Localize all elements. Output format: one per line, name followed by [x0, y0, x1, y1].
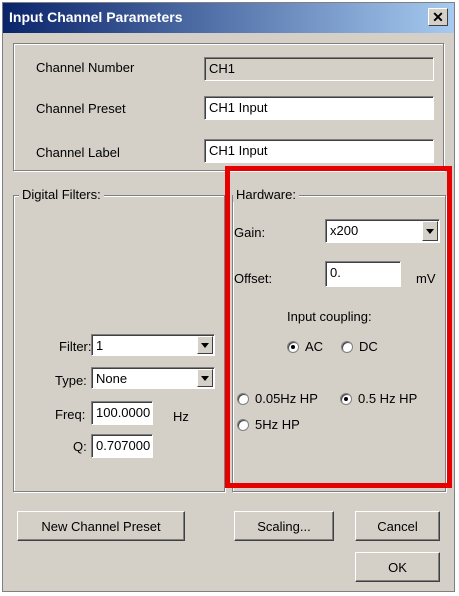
filter-label: Filter:: [59, 339, 92, 354]
channel-label-field[interactable]: CH1 Input: [204, 139, 434, 163]
new-channel-preset-button[interactable]: New Channel Preset: [17, 511, 185, 541]
channel-number-label: Channel Number: [36, 60, 135, 75]
channel-label-label: Channel Label: [36, 145, 120, 160]
title-bar[interactable]: Input Channel Parameters ✕: [3, 3, 454, 33]
q-field[interactable]: 0.707000: [91, 434, 153, 458]
close-button[interactable]: ✕: [428, 8, 448, 26]
digital-filters-legend: Digital Filters:: [19, 187, 104, 202]
freq-label: Freq:: [55, 407, 86, 422]
ok-button[interactable]: OK: [355, 552, 440, 582]
freq-field[interactable]: 100.0000: [91, 401, 153, 425]
window-title: Input Channel Parameters: [9, 9, 183, 25]
filter-value: 1: [96, 338, 104, 353]
channel-preset-field[interactable]: CH1 Input: [204, 96, 434, 120]
channel-number-field: CH1: [204, 57, 434, 81]
filter-dropdown[interactable]: 1: [91, 334, 215, 356]
close-icon: ✕: [432, 8, 444, 25]
type-value: None: [96, 371, 128, 386]
highlight-box: [225, 166, 452, 488]
scaling-button[interactable]: Scaling...: [234, 511, 334, 541]
q-label: Q:: [73, 439, 87, 454]
channel-preset-label: Channel Preset: [36, 101, 126, 116]
freq-unit: Hz: [173, 409, 189, 424]
chevron-down-icon[interactable]: [197, 369, 213, 387]
cancel-button[interactable]: Cancel: [355, 511, 440, 541]
chevron-down-icon[interactable]: [197, 336, 213, 354]
type-label: Type:: [55, 373, 87, 388]
type-dropdown[interactable]: None: [91, 367, 215, 389]
